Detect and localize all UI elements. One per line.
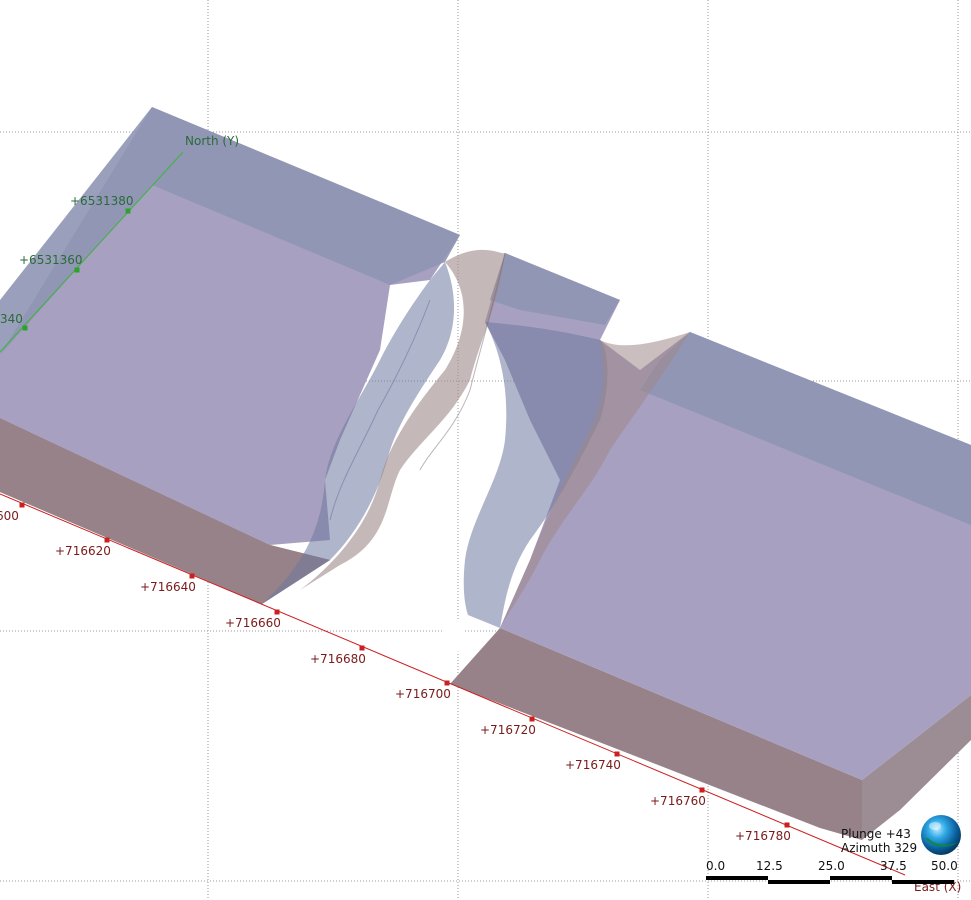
east-tick-mark — [359, 645, 365, 651]
east-tick-label: +716760 — [650, 794, 706, 808]
north-tick-label: +6531380 — [70, 194, 134, 208]
east-tick-label: +716740 — [565, 758, 621, 772]
scale-label-2: 25.0 — [818, 859, 845, 873]
north-tick-label: +6531360 — [19, 253, 83, 267]
scale-label-3: 37.5 — [880, 859, 907, 873]
north-tick-label: 340 — [0, 312, 23, 326]
north-tick-mark — [22, 325, 28, 331]
3d-scene[interactable]: 600 +716620 +716640 +716660 +716680 +716700 +7… — [0, 0, 971, 900]
east-tick-label: +716700 — [395, 687, 451, 701]
north-axis-title: North (Y) — [185, 134, 239, 148]
east-tick-mark — [274, 609, 280, 615]
east-tick-mark — [104, 537, 110, 543]
east-tick-mark — [699, 787, 705, 793]
scale-bar: 0.0 12.5 25.0 37.5 50.0 — [706, 859, 958, 884]
azimuth-label: Azimuth 329 — [841, 841, 917, 855]
north-tick-mark — [125, 208, 131, 214]
east-tick-mark — [784, 822, 790, 828]
scale-label-1: 12.5 — [756, 859, 783, 873]
east-tick-mark — [529, 716, 535, 722]
plunge-label: Plunge +43 — [841, 827, 911, 841]
east-tick-label: +716680 — [310, 652, 366, 666]
east-tick-label: +716620 — [55, 544, 111, 558]
scale-label-0: 0.0 — [706, 859, 725, 873]
3d-viewport[interactable]: 600 +716620 +716640 +716660 +716680 +716700 +7… — [0, 0, 971, 900]
east-tick-mark — [444, 680, 450, 686]
orientation-readout: Plunge +43 Azimuth 329 — [841, 827, 917, 855]
east-tick-label: +716720 — [480, 723, 536, 737]
globe-icon[interactable] — [921, 815, 961, 855]
east-tick-label: +716660 — [225, 616, 281, 630]
east-tick-mark — [189, 573, 195, 579]
east-tick-label: +716780 — [735, 829, 791, 843]
north-tick-mark — [74, 267, 80, 273]
scale-label-4: 50.0 — [931, 859, 958, 873]
east-tick-mark — [19, 502, 25, 508]
east-tick-mark — [614, 751, 620, 757]
east-tick-label: 600 — [0, 509, 19, 523]
east-tick-label: +716640 — [140, 580, 196, 594]
